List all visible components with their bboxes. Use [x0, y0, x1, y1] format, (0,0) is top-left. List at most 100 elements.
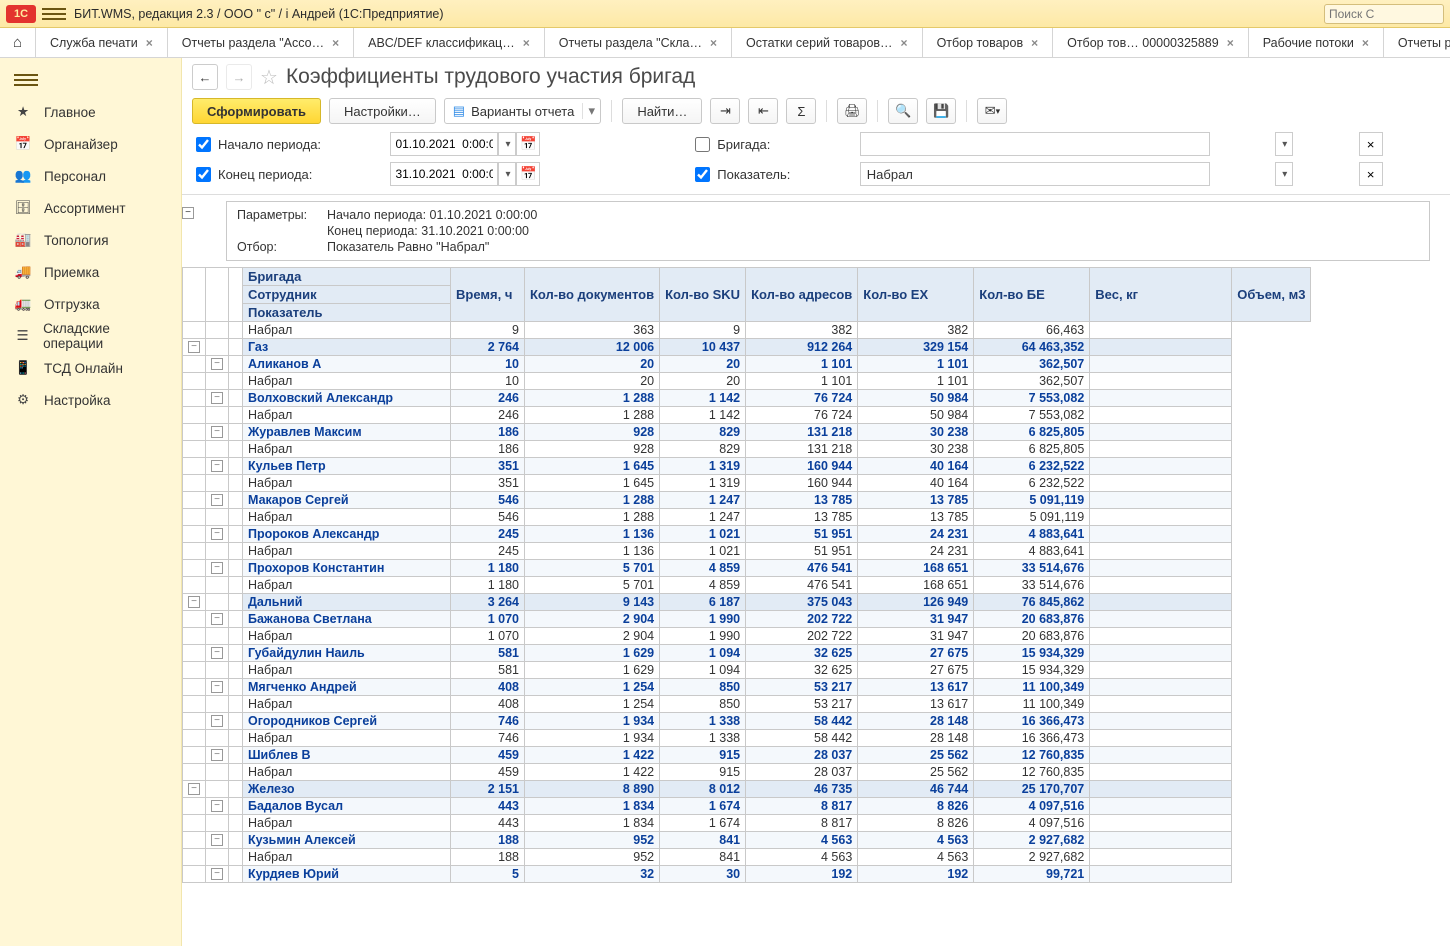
collapse-icon-button[interactable]: ⇤ [748, 98, 778, 124]
find-button[interactable]: Найти… [622, 98, 702, 124]
brigade-select[interactable] [860, 132, 1210, 156]
variants-dropdown[interactable]: ▤Варианты отчета ▾ [444, 98, 602, 124]
sidebar-toggle[interactable] [0, 64, 181, 96]
end-date-input[interactable] [390, 162, 498, 186]
table-row[interactable]: −Макаров Сергей5461 2881 24713 78513 785… [183, 492, 1311, 509]
table-row[interactable]: Набрал9363938238266,463 [183, 322, 1311, 339]
table-row[interactable]: −Бадалов Вусал4431 8341 6748 8178 8264 0… [183, 798, 1311, 815]
start-date-spin[interactable]: ▾ [498, 132, 516, 156]
tab-home[interactable]: ⌂ [0, 28, 36, 57]
end-checkbox[interactable] [196, 167, 211, 182]
close-icon[interactable]: × [1362, 36, 1369, 50]
expand-icon-button[interactable]: ⇥ [710, 98, 740, 124]
end-calendar-button[interactable]: 📅 [516, 162, 540, 186]
table-row[interactable]: −Газ2 76412 00610 437912 264329 15464 46… [183, 339, 1311, 356]
table-row[interactable]: −Мягченко Андрей4081 25485053 21713 6171… [183, 679, 1311, 696]
table-row[interactable]: Набрал7461 9341 33858 44228 14816 366,47… [183, 730, 1311, 747]
sidebar-item-3[interactable]: 🗄Ассортимент [0, 192, 181, 224]
close-icon[interactable]: × [901, 36, 908, 50]
indicator-select[interactable]: Набрал [860, 162, 1210, 186]
table-row[interactable]: Набрал1020201 1011 101362,507 [183, 373, 1311, 390]
table-row[interactable]: −Курдяев Юрий5323019219299,721 [183, 866, 1311, 883]
col-docs[interactable]: Кол-во документов [525, 268, 660, 322]
print-button[interactable]: 🖨 [837, 98, 867, 124]
indicator-drop[interactable]: ▾ [1275, 162, 1293, 186]
tab-3[interactable]: Отчеты раздела "Скла…× [545, 28, 732, 57]
sidebar-item-7[interactable]: ☰Складские операции [0, 320, 181, 352]
table-row[interactable]: −Губайдулин Наиль5811 6291 09432 62527 6… [183, 645, 1311, 662]
table-row[interactable]: −Дальний3 2649 1436 187375 043126 94976 … [183, 594, 1311, 611]
preview-button[interactable]: 🔍 [888, 98, 918, 124]
indicator-clear[interactable]: × [1359, 162, 1383, 186]
table-row[interactable]: −Пророков Александр2451 1361 02151 95124… [183, 526, 1311, 543]
search-input[interactable] [1324, 4, 1444, 24]
tab-0[interactable]: Служба печати× [36, 28, 168, 57]
col-be[interactable]: Кол-во БЕ [974, 268, 1090, 322]
sidebar-item-5[interactable]: 🚚Приемка [0, 256, 181, 288]
sidebar-item-1[interactable]: 📅Органайзер [0, 128, 181, 160]
tab-6[interactable]: Отбор тов… 00000325889× [1053, 28, 1249, 57]
close-icon[interactable]: × [1227, 36, 1234, 50]
table-row[interactable]: Набрал4431 8341 6748 8178 8264 097,516 [183, 815, 1311, 832]
table-row[interactable]: Набрал186928829131 21830 2386 825,805 [183, 441, 1311, 458]
indicator-checkbox[interactable] [695, 167, 710, 182]
table-row[interactable]: −Бажанова Светлана1 0702 9041 990202 722… [183, 611, 1311, 628]
tab-4[interactable]: Остатки серий товаров…× [732, 28, 923, 57]
close-icon[interactable]: × [710, 36, 717, 50]
settings-button[interactable]: Настройки… [329, 98, 436, 124]
start-calendar-button[interactable]: 📅 [516, 132, 540, 156]
email-button[interactable]: ✉▾ [977, 98, 1007, 124]
sidebar-item-6[interactable]: 🚛Отгрузка [0, 288, 181, 320]
table-row[interactable]: Набрал4591 42291528 03725 56212 760,835 [183, 764, 1311, 781]
table-row[interactable]: Набрал5461 2881 24713 78513 7855 091,119 [183, 509, 1311, 526]
table-row[interactable]: −Прохоров Константин1 1805 7014 859476 5… [183, 560, 1311, 577]
nav-back[interactable]: ← [192, 64, 218, 90]
col-pokazatel[interactable]: Показатель [243, 304, 451, 322]
close-icon[interactable]: × [1031, 36, 1038, 50]
tab-2[interactable]: ABC/DEF классификац…× [354, 28, 545, 57]
col-addr[interactable]: Кол-во адресов [746, 268, 858, 322]
table-row[interactable]: Набрал2451 1361 02151 95124 2314 883,641 [183, 543, 1311, 560]
tab-5[interactable]: Отбор товаров× [923, 28, 1054, 57]
table-row[interactable]: Набрал2461 2881 14276 72450 9847 553,082 [183, 407, 1311, 424]
tab-1[interactable]: Отчеты раздела "Ассо…× [168, 28, 354, 57]
sidebar-item-0[interactable]: ★Главное [0, 96, 181, 128]
table-row[interactable]: −Волховский Александр2461 2881 14276 724… [183, 390, 1311, 407]
favorite-star-icon[interactable]: ☆ [260, 65, 278, 90]
col-weight[interactable]: Вес, кг [1090, 268, 1232, 322]
form-button[interactable]: Сформировать [192, 98, 321, 124]
report-area[interactable]: − Параметры: Начало периода: 01.10.2021 … [182, 194, 1450, 946]
table-row[interactable]: Набрал4081 25485053 21713 61711 100,349 [183, 696, 1311, 713]
table-row[interactable]: Набрал1 1805 7014 859476 541168 65133 51… [183, 577, 1311, 594]
col-volume[interactable]: Объем, м3 [1232, 268, 1311, 322]
start-checkbox[interactable] [196, 137, 211, 152]
start-date-input[interactable] [390, 132, 498, 156]
col-brigada[interactable]: Бригада [243, 268, 451, 286]
table-row[interactable]: Набрал1 0702 9041 990202 72231 94720 683… [183, 628, 1311, 645]
table-row[interactable]: −Аликанов А1020201 1011 101362,507 [183, 356, 1311, 373]
table-row[interactable]: Набрал3511 6451 319160 94440 1646 232,52… [183, 475, 1311, 492]
sidebar-item-9[interactable]: ⚙Настройка [0, 384, 181, 416]
table-row[interactable]: −Железо2 1518 8908 01246 73546 74425 170… [183, 781, 1311, 798]
table-row[interactable]: −Кузьмин Алексей1889528414 5634 5632 927… [183, 832, 1311, 849]
sidebar-item-2[interactable]: 👥Персонал [0, 160, 181, 192]
col-sotrudnik[interactable]: Сотрудник [243, 286, 451, 304]
menu-burger[interactable] [42, 2, 66, 26]
table-row[interactable]: −Шиблев В4591 42291528 03725 56212 760,8… [183, 747, 1311, 764]
tab-8[interactable]: Отчеты раздела "× [1384, 28, 1450, 57]
close-icon[interactable]: × [523, 36, 530, 50]
report-collapse-1[interactable]: − [182, 207, 194, 219]
table-row[interactable]: −Кульев Петр3511 6451 319160 94440 1646 … [183, 458, 1311, 475]
sidebar-item-4[interactable]: 🏭Топология [0, 224, 181, 256]
col-sku[interactable]: Кол-во SKU [660, 268, 746, 322]
sum-button[interactable]: Σ [786, 98, 816, 124]
close-icon[interactable]: × [332, 36, 339, 50]
tab-7[interactable]: Рабочие потоки× [1249, 28, 1384, 57]
table-row[interactable]: Набрал5811 6291 09432 62527 67515 934,32… [183, 662, 1311, 679]
brigade-checkbox[interactable] [695, 137, 710, 152]
save-button[interactable]: 💾 [926, 98, 956, 124]
end-date-spin[interactable]: ▾ [498, 162, 516, 186]
sidebar-item-8[interactable]: 📱ТСД Онлайн [0, 352, 181, 384]
col-ex[interactable]: Кол-во EX [858, 268, 974, 322]
brigade-drop[interactable]: ▾ [1275, 132, 1293, 156]
